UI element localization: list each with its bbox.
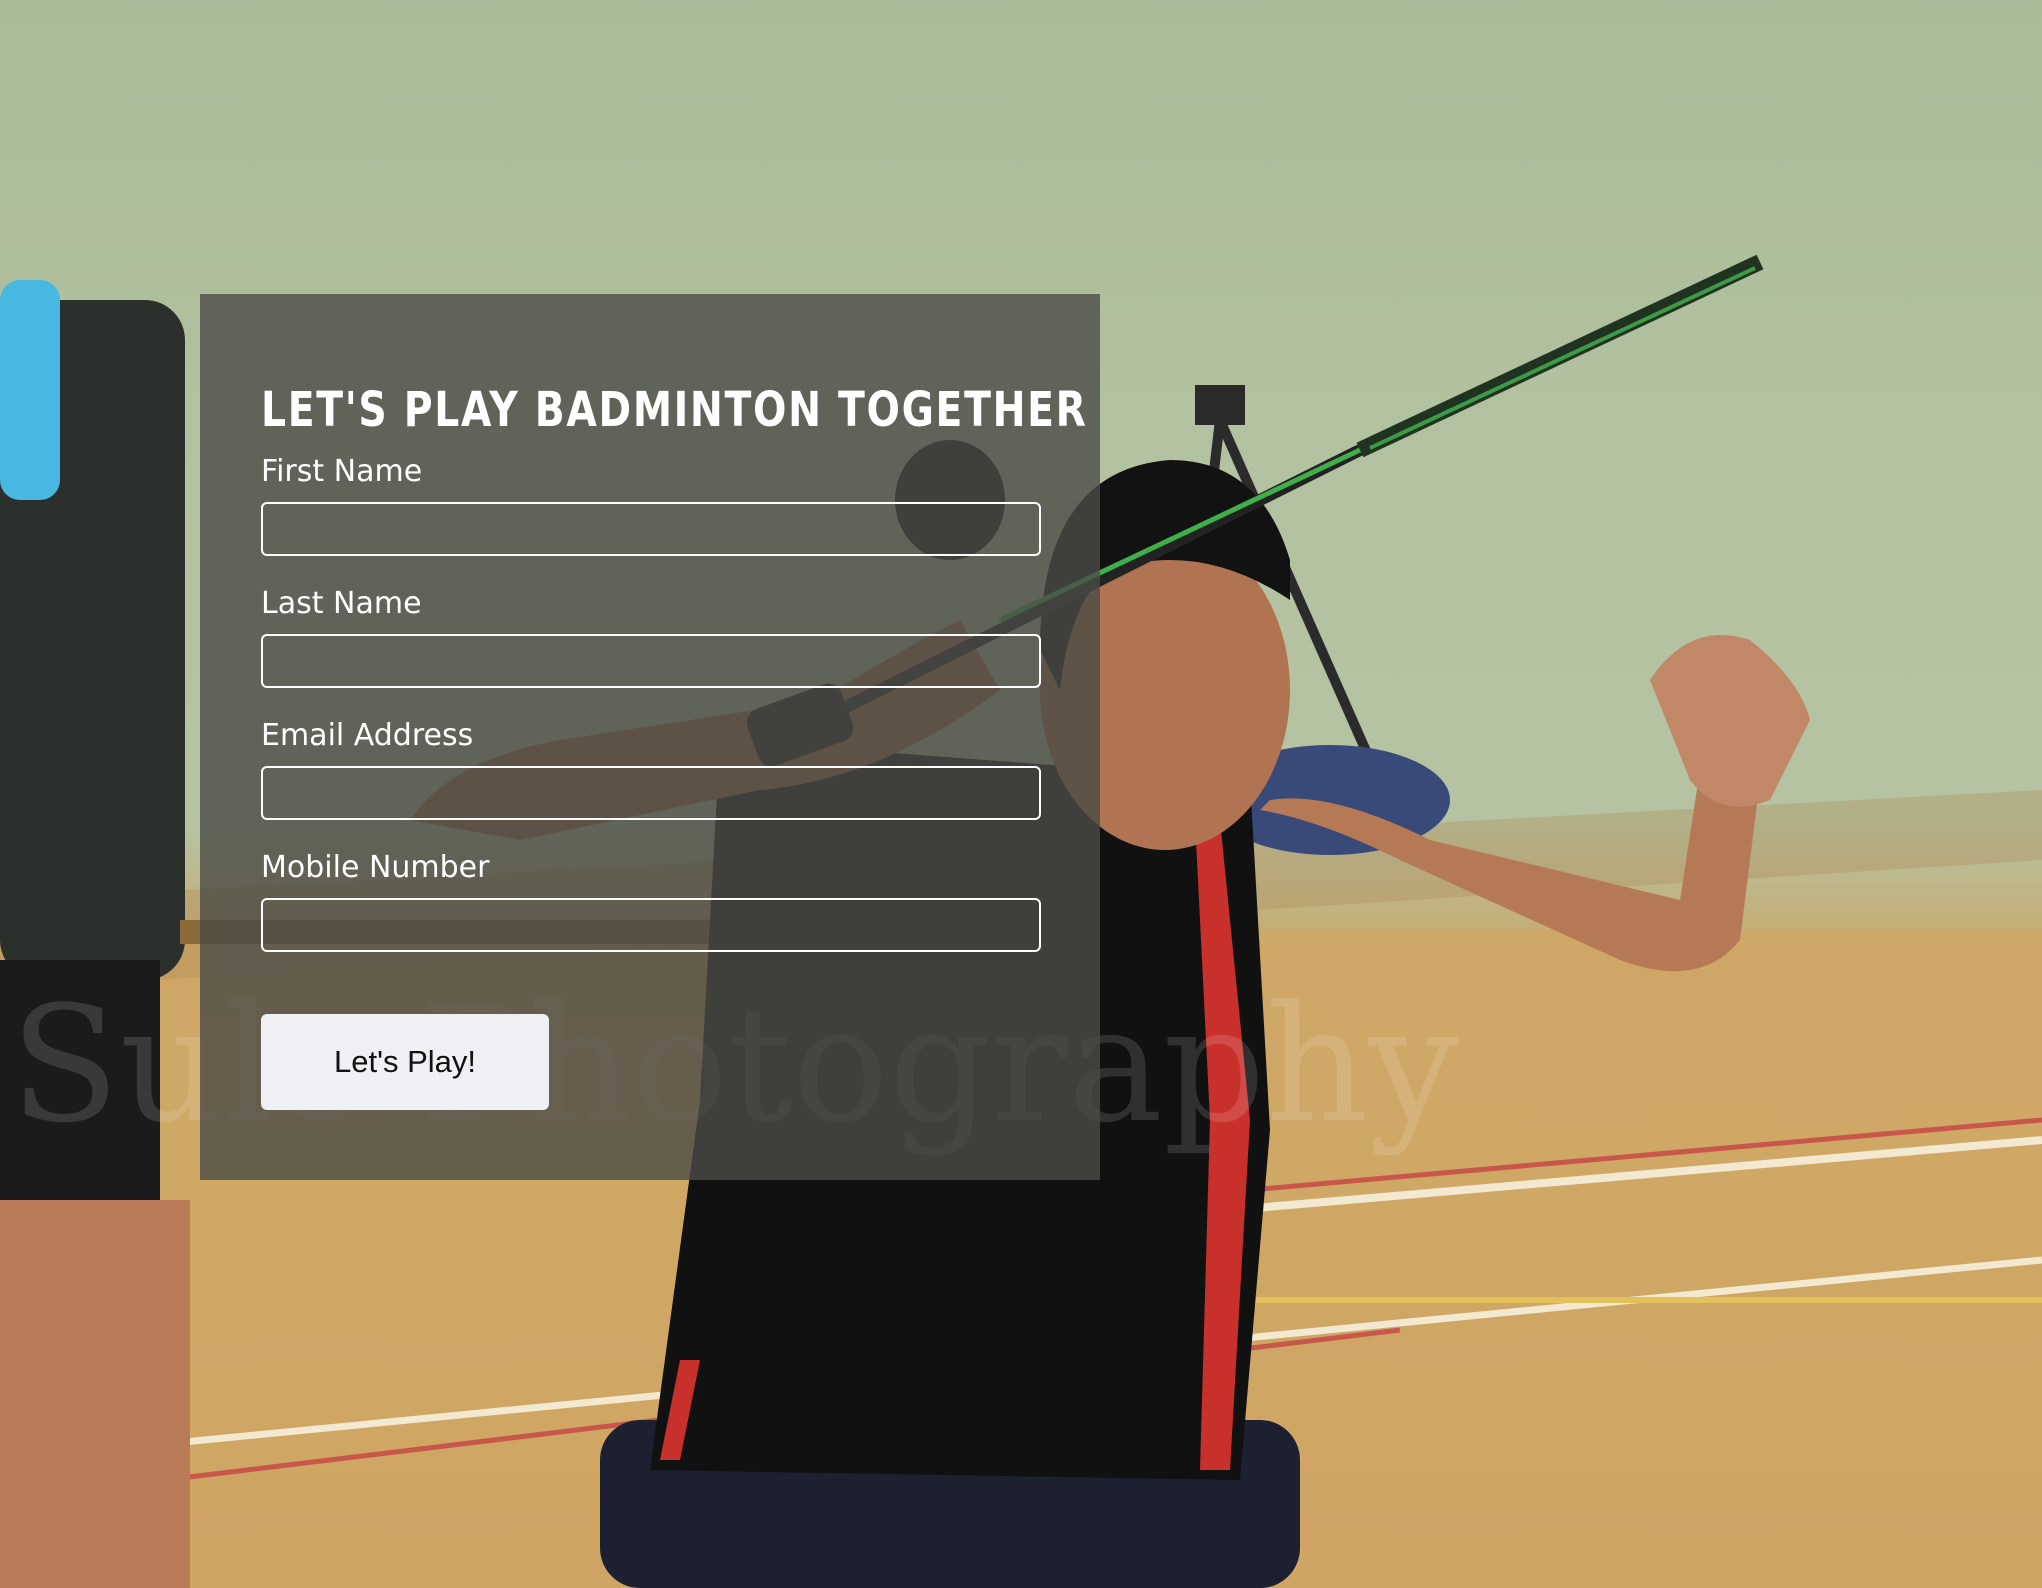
left-person-leg (0, 1200, 190, 1588)
first-name-input[interactable] (261, 502, 1041, 556)
mobile-number-input[interactable] (261, 898, 1041, 952)
towel (0, 280, 60, 500)
signup-form-panel: LET'S PLAY BADMINTON TOGETHER First Name… (200, 294, 1100, 1180)
form-title: LET'S PLAY BADMINTON TOGETHER (261, 382, 1088, 438)
signup-page: Sulo Photography LET'S PLAY BADMINTON TO… (0, 0, 2042, 1588)
racket-head (1356, 254, 1764, 458)
email-address-input[interactable] (261, 766, 1041, 820)
last-name-input[interactable] (261, 634, 1041, 688)
player-hand (1650, 635, 1810, 807)
mobile-number-label: Mobile Number (261, 850, 490, 885)
first-name-label: First Name (261, 454, 423, 489)
tripod-head (1195, 385, 1245, 425)
last-name-label: Last Name (261, 586, 422, 621)
lets-play-button[interactable]: Let's Play! (261, 1014, 549, 1110)
email-address-label: Email Address (261, 718, 474, 753)
racket-head-green (1369, 266, 1756, 450)
